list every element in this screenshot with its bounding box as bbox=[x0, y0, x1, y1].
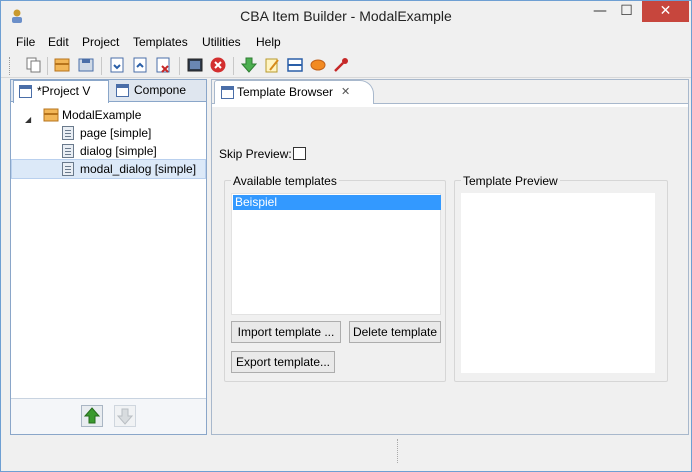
available-templates-group: Available templates Beispiel Import temp… bbox=[224, 174, 446, 382]
import-icon[interactable] bbox=[108, 56, 126, 74]
toolbar-separator bbox=[101, 57, 102, 75]
project-view-panel: *Project V Compone ◢ ModalExample page [… bbox=[10, 79, 207, 435]
tab-content-band bbox=[212, 104, 688, 107]
menu-bar: File Edit Project Templates Utilities He… bbox=[1, 32, 691, 52]
skip-preview-checkbox[interactable] bbox=[293, 147, 306, 160]
left-tab-strip: *Project V Compone bbox=[11, 80, 206, 103]
tree-root-label: ModalExample bbox=[62, 108, 142, 122]
tab-project-view[interactable]: *Project V bbox=[13, 80, 109, 103]
menu-edit[interactable]: Edit bbox=[48, 35, 69, 49]
tree-item-label: page [simple] bbox=[80, 126, 152, 140]
tree-item-modal-dialog[interactable]: modal_dialog [simple] bbox=[11, 159, 206, 179]
view-icon bbox=[19, 85, 32, 98]
tab-components[interactable]: Compone bbox=[111, 80, 204, 102]
minimize-button[interactable]: — bbox=[587, 1, 613, 22]
status-bar bbox=[1, 437, 691, 471]
tab-components-label: Compone bbox=[134, 83, 187, 97]
menu-utilities[interactable]: Utilities bbox=[202, 35, 241, 49]
export-remove-icon[interactable] bbox=[154, 56, 172, 74]
export-template-button[interactable]: Export template... bbox=[231, 351, 335, 373]
page-icon bbox=[62, 126, 74, 140]
menu-project[interactable]: Project bbox=[82, 35, 119, 49]
menu-templates[interactable]: Templates bbox=[133, 35, 188, 49]
tree-item-label: dialog [simple] bbox=[80, 144, 157, 158]
delete-template-button[interactable]: Delete template bbox=[349, 321, 441, 343]
app-window: CBA Item Builder - ModalExample — ☐ ✕ Fi… bbox=[0, 0, 692, 472]
tree-item-label: modal_dialog [simple] bbox=[80, 162, 197, 176]
move-up-button[interactable] bbox=[81, 405, 103, 427]
save-icon[interactable] bbox=[77, 56, 95, 74]
tree-root[interactable]: ◢ ModalExample bbox=[11, 106, 206, 124]
menu-help[interactable]: Help bbox=[256, 35, 281, 49]
toolbar-grip bbox=[9, 57, 12, 75]
menu-file[interactable]: File bbox=[16, 35, 35, 49]
stop-icon[interactable] bbox=[209, 56, 227, 74]
tab-project-view-label: *Project V bbox=[37, 84, 91, 98]
template-view-icon bbox=[221, 86, 234, 99]
title-bar: CBA Item Builder - ModalExample — ☐ ✕ bbox=[1, 1, 691, 31]
copy-icon[interactable] bbox=[25, 56, 43, 74]
template-preview-title: Template Preview bbox=[461, 174, 560, 188]
available-templates-title: Available templates bbox=[231, 174, 339, 188]
tab-template-browser-label: Template Browser bbox=[237, 85, 334, 99]
edit-icon[interactable] bbox=[263, 56, 281, 74]
close-button[interactable]: ✕ bbox=[642, 1, 689, 22]
close-tab-icon[interactable]: ✕ bbox=[341, 81, 350, 103]
list-item[interactable]: Beispiel bbox=[233, 195, 441, 210]
toolbar-separator bbox=[233, 57, 234, 75]
templates-list[interactable]: Beispiel bbox=[231, 193, 441, 315]
export-icon[interactable] bbox=[131, 56, 149, 74]
layout-icon[interactable] bbox=[286, 56, 304, 74]
tree-navigation-bar bbox=[11, 398, 206, 434]
ellipse-icon[interactable] bbox=[309, 56, 327, 74]
down-arrow-icon bbox=[116, 408, 134, 425]
project-folder-icon bbox=[43, 108, 59, 122]
tree-item-dialog[interactable]: dialog [simple] bbox=[11, 142, 206, 160]
tree-item-page[interactable]: page [simple] bbox=[11, 124, 206, 142]
view-icon bbox=[116, 84, 129, 97]
open-project-icon[interactable] bbox=[53, 56, 71, 74]
toolbar-separator bbox=[47, 57, 48, 75]
page-icon bbox=[62, 144, 74, 158]
pipette-icon[interactable] bbox=[332, 56, 350, 74]
move-down-button[interactable] bbox=[114, 405, 136, 427]
tab-template-browser[interactable]: Template Browser ✕ bbox=[214, 80, 374, 104]
maximize-button[interactable]: ☐ bbox=[613, 1, 640, 22]
page-icon bbox=[62, 162, 74, 176]
import-template-button[interactable]: Import template ... bbox=[231, 321, 341, 343]
template-browser-panel: Template Browser ✕ Skip Preview: Availab… bbox=[211, 79, 689, 435]
down-arrow-icon[interactable] bbox=[240, 56, 258, 74]
toolbar-separator bbox=[179, 57, 180, 75]
status-bar-grip bbox=[397, 439, 398, 463]
template-preview-area bbox=[461, 193, 655, 373]
up-arrow-icon bbox=[83, 407, 101, 424]
skip-preview-label: Skip Preview: bbox=[219, 147, 292, 161]
template-preview-group: Template Preview bbox=[454, 174, 668, 382]
toolbar bbox=[1, 52, 691, 78]
preview-icon[interactable] bbox=[186, 56, 204, 74]
